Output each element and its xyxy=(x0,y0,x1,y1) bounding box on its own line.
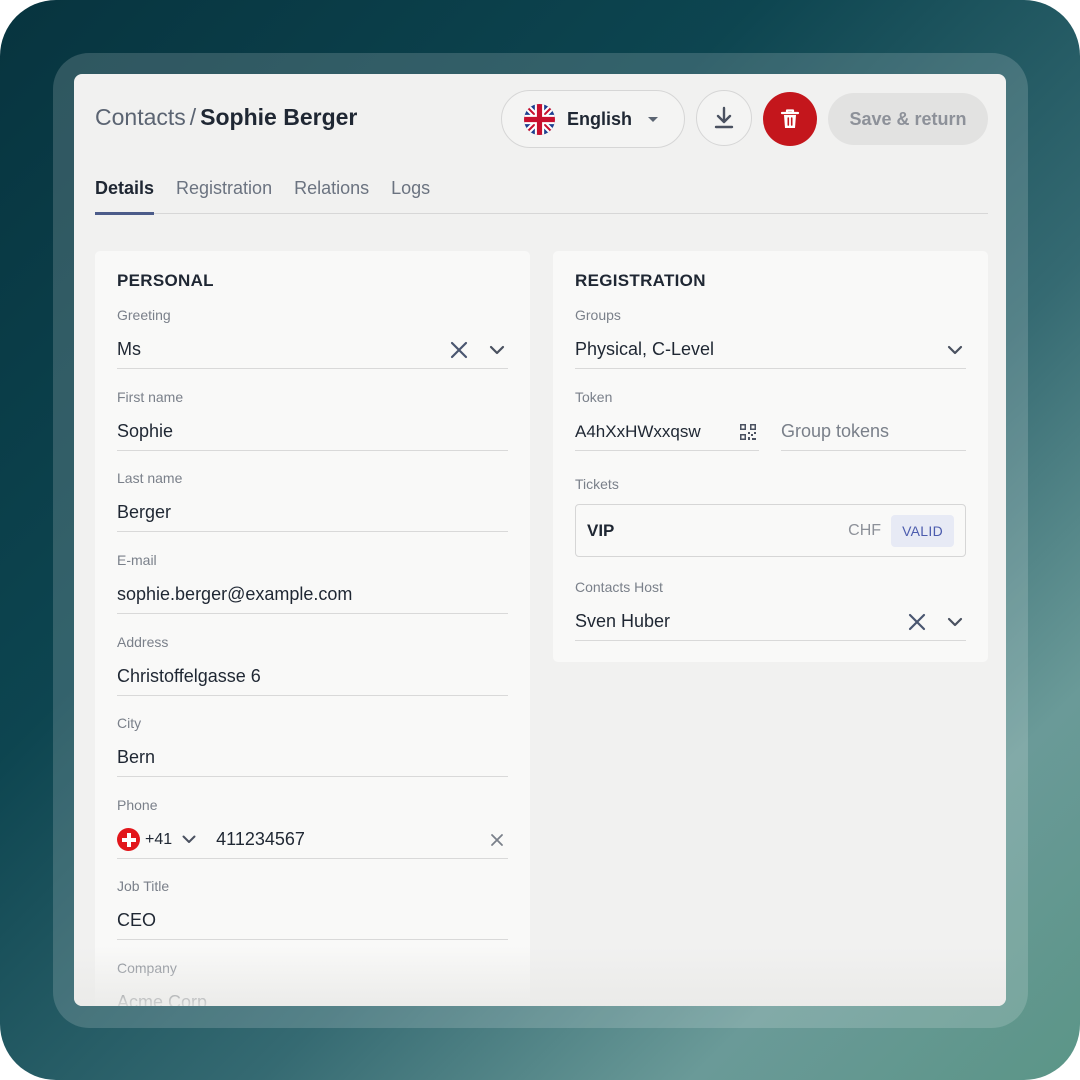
tab-details[interactable]: Details xyxy=(95,176,155,215)
delete-button[interactable] xyxy=(763,92,817,146)
background-stage: Contacts / Sophie Berger English Save & … xyxy=(0,0,1080,1080)
language-select[interactable]: English xyxy=(501,90,685,148)
flag-uk-icon xyxy=(524,103,555,135)
group-tokens-input[interactable]: Group tokens xyxy=(781,413,966,451)
token-row: A4hXxHWxxqsw Group tokens xyxy=(575,413,966,451)
clear-icon[interactable] xyxy=(486,829,508,851)
registration-card-title: REGISTRATION xyxy=(575,271,706,290)
flag-ch-icon[interactable] xyxy=(117,828,140,851)
app-window: Contacts / Sophie Berger English Save & … xyxy=(74,74,1006,1006)
last-name-value: Berger xyxy=(117,502,172,522)
trash-icon xyxy=(780,109,800,128)
greeting-field: Greeting Ms xyxy=(117,307,508,369)
token-label: Token xyxy=(575,389,613,405)
first-name-input[interactable]: Sophie xyxy=(117,413,508,451)
host-select[interactable]: Sven Huber xyxy=(575,603,966,641)
tab-registration[interactable]: Registration xyxy=(176,176,272,214)
job-title-field: Job Title CEO xyxy=(117,878,508,940)
clear-icon[interactable] xyxy=(906,611,928,633)
breadcrumb: Contacts / Sophie Berger xyxy=(95,104,357,131)
tickets-field: Tickets VIP CHF VALID xyxy=(575,476,966,557)
email-value: sophie.berger@example.com xyxy=(117,584,353,604)
download-icon xyxy=(714,106,734,129)
tab-relations[interactable]: Relations xyxy=(294,176,369,214)
job-title-value: CEO xyxy=(117,910,157,930)
token-input[interactable]: A4hXxHWxxqsw xyxy=(575,413,759,451)
language-label: English xyxy=(567,108,633,129)
tab-logs[interactable]: Logs xyxy=(391,176,430,214)
address-label: Address xyxy=(117,634,169,650)
ticket-name: VIP xyxy=(587,520,615,540)
phone-input[interactable]: +41 411234567 xyxy=(117,821,508,859)
email-input[interactable]: sophie.berger@example.com xyxy=(117,576,508,614)
company-label: Company xyxy=(117,960,177,976)
caret-down-icon xyxy=(648,116,659,122)
host-value: Sven Huber xyxy=(575,611,671,631)
chevron-down-icon[interactable] xyxy=(178,829,200,851)
groups-value: Physical, C-Level xyxy=(575,339,715,359)
chevron-down-icon[interactable] xyxy=(944,339,966,361)
city-label: City xyxy=(117,715,142,731)
breadcrumb-separator: / xyxy=(189,104,197,130)
address-value: Christoffelgasse 6 xyxy=(117,666,261,686)
company-input[interactable]: Acme Corp xyxy=(117,984,508,1006)
phone-field: Phone +41 411234567 xyxy=(117,797,508,859)
personal-card: PERSONAL Greeting Ms First name Sophie L… xyxy=(95,251,530,1006)
clear-icon[interactable] xyxy=(448,339,470,361)
city-field: City Bern xyxy=(117,715,508,777)
last-name-field: Last name Berger xyxy=(117,470,508,532)
chevron-down-icon[interactable] xyxy=(486,339,508,361)
token-value: A4hXxHWxxqsw xyxy=(575,421,701,441)
groups-select[interactable]: Physical, C-Level xyxy=(575,331,966,369)
download-button[interactable] xyxy=(696,90,752,146)
greeting-label: Greeting xyxy=(117,307,171,323)
company-value: Acme Corp xyxy=(117,992,208,1006)
email-field: E-mail sophie.berger@example.com xyxy=(117,552,508,614)
registration-card: REGISTRATION Groups Physical, C-Level To… xyxy=(553,251,988,662)
tickets-label: Tickets xyxy=(575,476,619,492)
email-label: E-mail xyxy=(117,552,157,568)
chevron-down-icon[interactable] xyxy=(944,611,966,633)
groups-field: Groups Physical, C-Level xyxy=(575,307,966,369)
save-return-button[interactable]: Save & return xyxy=(828,93,988,145)
phone-country-code[interactable]: +41 xyxy=(145,831,172,849)
job-title-input[interactable]: CEO xyxy=(117,902,508,940)
last-name-label: Last name xyxy=(117,470,183,486)
ticket-currency: CHF xyxy=(848,521,882,539)
greeting-select[interactable]: Ms xyxy=(117,331,508,369)
last-name-input[interactable]: Berger xyxy=(117,494,508,532)
token-field: Token A4hXxHWxxqsw Group tokens xyxy=(575,389,966,451)
first-name-value: Sophie xyxy=(117,421,174,441)
ticket-item[interactable]: VIP CHF VALID xyxy=(575,504,966,557)
city-input[interactable]: Bern xyxy=(117,739,508,777)
status-badge: VALID xyxy=(891,514,954,547)
qr-code-icon[interactable] xyxy=(737,421,759,443)
city-value: Bern xyxy=(117,747,156,767)
phone-number: 411234567 xyxy=(216,829,305,849)
groups-label: Groups xyxy=(575,307,621,323)
host-label: Contacts Host xyxy=(575,579,663,595)
address-field: Address Christoffelgasse 6 xyxy=(117,634,508,696)
greeting-value: Ms xyxy=(117,339,141,359)
first-name-label: First name xyxy=(117,389,184,405)
address-input[interactable]: Christoffelgasse 6 xyxy=(117,658,508,696)
first-name-field: First name Sophie xyxy=(117,389,508,451)
phone-label: Phone xyxy=(117,797,158,813)
tab-bar: Details Registration Relations Logs xyxy=(95,176,988,215)
page-title: Sophie Berger xyxy=(200,104,358,130)
company-field: Company Acme Corp xyxy=(117,960,508,1006)
breadcrumb-contacts-link[interactable]: Contacts xyxy=(95,104,186,130)
personal-card-title: PERSONAL xyxy=(117,271,214,290)
host-field: Contacts Host Sven Huber xyxy=(575,579,966,641)
job-title-label: Job Title xyxy=(117,878,170,894)
